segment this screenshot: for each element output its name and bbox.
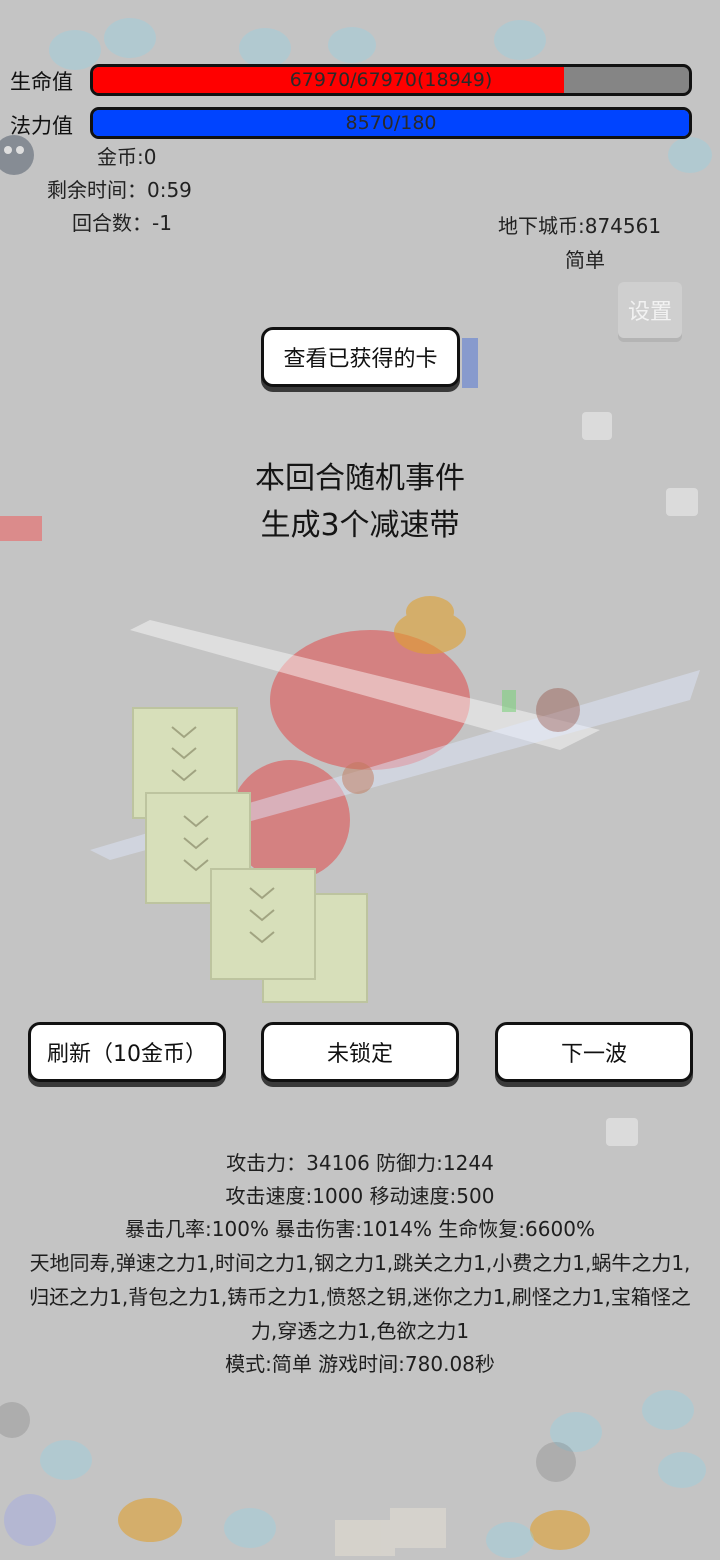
- lock-button[interactable]: 未锁定: [261, 1022, 459, 1082]
- stats-speed: 攻击速度:1000 移动速度:500: [225, 1184, 495, 1208]
- event-title: 本回合随机事件: [255, 461, 465, 496]
- mp-bar: 8570/180: [90, 107, 692, 139]
- hp-bar: 67970/67970(18949): [90, 64, 692, 96]
- dungeon-coins: 地下城币:874561: [498, 214, 662, 238]
- mp-label: 法力值: [10, 114, 73, 138]
- view-cards-button[interactable]: 查看已获得的卡: [261, 327, 460, 387]
- round-count: 回合数：-1: [72, 211, 172, 235]
- owned-cards-list: 天地同寿,弹速之力1,时间之力1,钢之力1,跳关之力1,小费之力1,蜗牛之力1,…: [29, 1251, 691, 1343]
- stats-crit-regen: 暴击几率:100% 暴击伤害:1014% 生命恢复:6600%: [125, 1217, 595, 1241]
- refresh-button[interactable]: 刷新（10金币）: [28, 1022, 226, 1082]
- difficulty-label: 简单: [565, 248, 605, 272]
- stats-attack-defense: 攻击力：34106 防御力:1244: [226, 1151, 494, 1175]
- skull-icon: [0, 135, 34, 175]
- chest-icon: [335, 1508, 446, 1556]
- time-left: 剩余时间：0:59: [47, 178, 192, 202]
- hp-label: 生命值: [10, 70, 73, 94]
- mode-and-time: 模式:简单 游戏时间:780.08秒: [225, 1352, 495, 1376]
- hp-value: 67970/67970(18949): [289, 69, 493, 91]
- gold-count: 金币:0: [97, 145, 157, 169]
- next-wave-button[interactable]: 下一波: [495, 1022, 693, 1082]
- mp-value: 8570/180: [345, 112, 437, 134]
- event-description: 生成3个减速带: [260, 508, 460, 543]
- settings-button[interactable]: 设置: [618, 282, 682, 338]
